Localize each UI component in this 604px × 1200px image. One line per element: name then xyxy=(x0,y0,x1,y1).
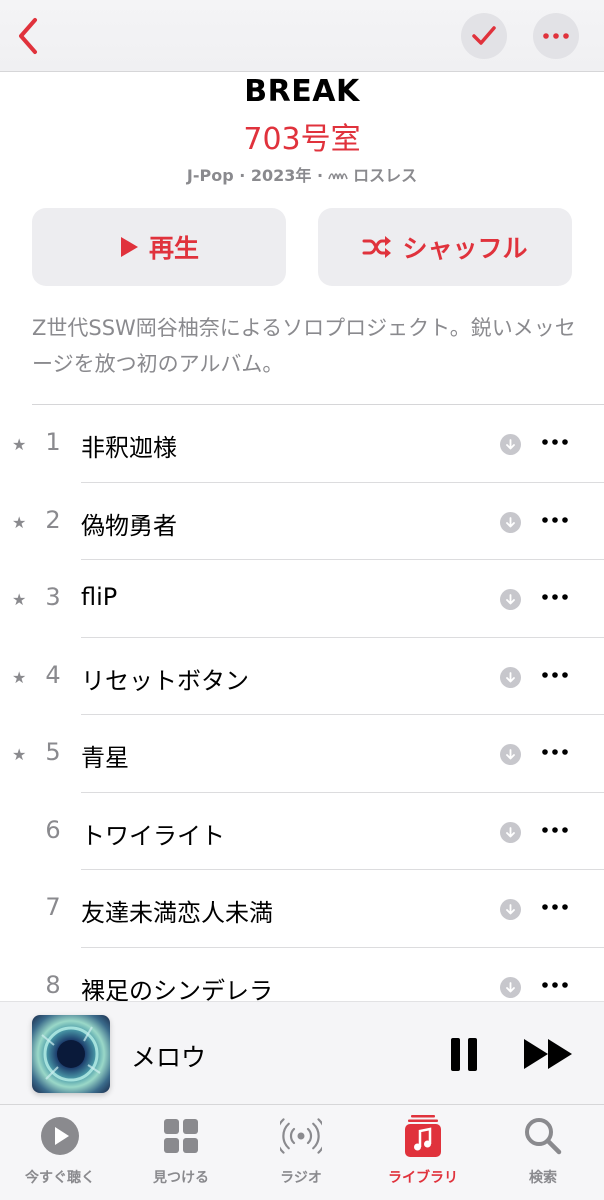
ellipsis-icon xyxy=(542,749,568,755)
play-circle-icon xyxy=(39,1115,81,1157)
track-more-button[interactable] xyxy=(540,660,570,690)
now-playing-title[interactable]: メロウ xyxy=(131,1038,206,1074)
track-row[interactable]: 7 友達未満恋人未満 xyxy=(0,870,604,948)
track-more-button[interactable] xyxy=(540,737,570,767)
track-number: 3 xyxy=(45,583,61,611)
favorite-star-icon: ★ xyxy=(12,667,27,687)
track-title: リセットボタン xyxy=(81,666,249,695)
track-more-button[interactable] xyxy=(540,970,570,1000)
grid-icon xyxy=(160,1115,202,1157)
ellipsis-icon xyxy=(542,981,568,988)
tab-label: 見つける xyxy=(153,1170,209,1186)
navigation-bar xyxy=(0,0,604,72)
track-more-button[interactable] xyxy=(540,505,570,535)
track-row[interactable]: ★ 1 非釈迦様 xyxy=(0,405,604,483)
shuffle-icon xyxy=(362,236,392,258)
track-title: 友達未満恋人未満 xyxy=(81,899,273,927)
tab-label: 今すぐ聴く xyxy=(25,1170,95,1186)
track-title: 非釈迦様 xyxy=(81,434,177,462)
search-icon xyxy=(522,1115,564,1157)
track-more-button[interactable] xyxy=(540,582,570,612)
favorite-star-icon: ★ xyxy=(12,435,27,454)
track-row[interactable]: ★ 2 偽物勇者 xyxy=(0,483,604,560)
track-number: 4 xyxy=(45,660,61,689)
download-icon[interactable] xyxy=(500,511,521,533)
back-button[interactable] xyxy=(8,14,48,58)
now-playing-artwork[interactable] xyxy=(32,1015,110,1093)
more-options-button[interactable] xyxy=(533,13,579,59)
lossless-icon xyxy=(328,173,348,180)
download-icon[interactable] xyxy=(500,589,521,610)
tab-listen-now[interactable]: 今すぐ聴く xyxy=(5,1115,115,1187)
favorite-star-icon: ★ xyxy=(12,590,27,609)
track-number: 7 xyxy=(45,893,61,921)
tab-label: ライブラリ xyxy=(388,1170,458,1186)
track-list: ★ 1 非釈迦様 ★ 2 偽物勇者 ★ 3 fliP ★ 4 リセットボタン ★… xyxy=(0,405,604,1025)
favorite-star-icon: ★ xyxy=(12,512,27,532)
edit-done-button[interactable] xyxy=(461,13,507,59)
chevron-left-icon xyxy=(19,18,37,54)
track-row[interactable]: ★ 4 リセットボタン xyxy=(0,638,604,715)
radio-icon xyxy=(280,1115,322,1157)
ellipsis-icon xyxy=(542,516,568,523)
tab-browse[interactable]: 見つける xyxy=(126,1115,236,1187)
shuffle-button[interactable]: シャッフル xyxy=(318,208,572,286)
track-number: 5 xyxy=(45,738,61,766)
track-title: トワイライト xyxy=(81,821,225,850)
download-icon[interactable] xyxy=(500,899,521,920)
track-number: 2 xyxy=(45,505,61,534)
track-more-button[interactable] xyxy=(540,427,570,457)
checkmark-icon xyxy=(472,26,496,45)
track-more-button[interactable] xyxy=(540,892,570,922)
tab-label: 検索 xyxy=(529,1170,557,1186)
track-row[interactable]: 6 トワイライト xyxy=(0,793,604,870)
track-row[interactable]: ★ 3 fliP xyxy=(0,560,604,638)
track-more-button[interactable] xyxy=(540,815,570,845)
mini-player[interactable]: メロウ xyxy=(0,1001,604,1104)
lossless-label: ロスレス xyxy=(353,166,418,185)
track-title: fliP xyxy=(81,583,118,611)
ellipsis-icon xyxy=(542,439,568,445)
tab-bar: 今すぐ聴く 見つける ラジオ ライブラリ 検索 xyxy=(0,1104,604,1200)
track-number: 6 xyxy=(45,815,61,844)
forward-button[interactable] xyxy=(522,1037,574,1071)
ellipsis-icon xyxy=(542,594,568,600)
track-title: 青星 xyxy=(81,744,129,772)
play-icon xyxy=(120,237,138,257)
ellipsis-icon xyxy=(542,904,568,910)
artist-name[interactable]: 703号室 xyxy=(0,114,604,158)
ellipsis-icon xyxy=(543,33,569,39)
genre-year-text: J-Pop · 2023年 · xyxy=(186,166,324,185)
download-icon[interactable] xyxy=(500,976,521,998)
download-icon[interactable] xyxy=(500,434,521,455)
pause-button[interactable] xyxy=(449,1034,479,1074)
tab-label: ラジオ xyxy=(280,1170,322,1186)
play-button[interactable]: 再生 xyxy=(32,208,286,286)
tab-search[interactable]: 検索 xyxy=(488,1115,598,1187)
album-title: BREAK xyxy=(244,74,360,109)
ellipsis-icon xyxy=(542,826,568,833)
play-label: 再生 xyxy=(148,234,199,263)
library-music-icon xyxy=(402,1115,444,1157)
album-meta: J-Pop · 2023年 · ロスレス xyxy=(0,162,604,186)
track-number: 1 xyxy=(45,428,61,456)
track-title: 偽物勇者 xyxy=(81,511,177,540)
track-row[interactable]: ★ 5 青星 xyxy=(0,715,604,793)
download-icon[interactable] xyxy=(500,666,521,688)
tab-radio[interactable]: ラジオ xyxy=(246,1115,356,1187)
album-description: Z世代SSW岡谷柚奈によるソロプロジェクト。鋭いメッセージを放つ初のアルバム。 xyxy=(32,316,576,376)
ellipsis-icon xyxy=(542,671,568,678)
tab-library[interactable]: ライブラリ xyxy=(368,1115,478,1187)
favorite-star-icon: ★ xyxy=(12,745,27,764)
download-icon[interactable] xyxy=(500,821,521,843)
download-icon[interactable] xyxy=(500,744,521,765)
track-number: 8 xyxy=(45,970,61,999)
shuffle-label: シャッフル xyxy=(402,234,528,263)
